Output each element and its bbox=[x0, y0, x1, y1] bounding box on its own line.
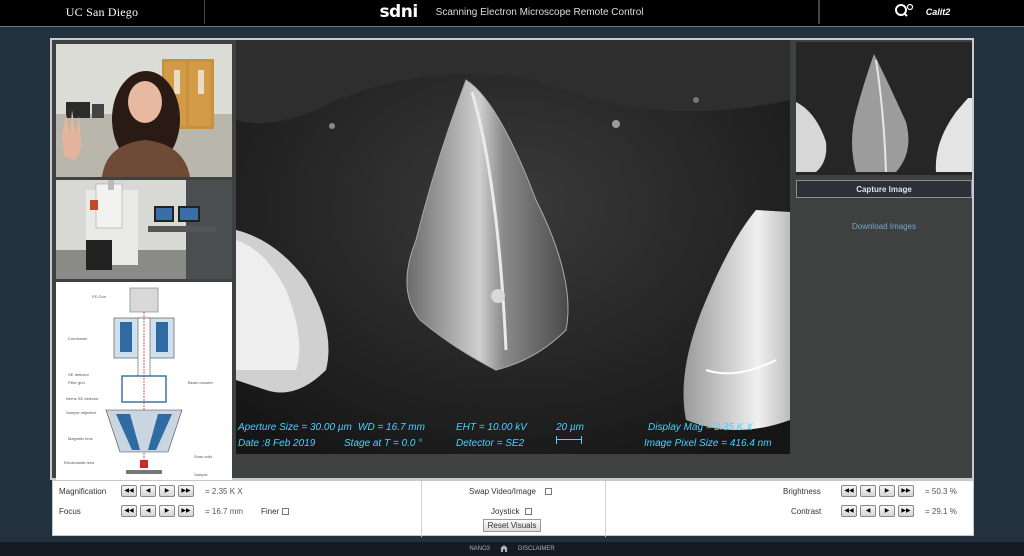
captured-thumbnail[interactable] bbox=[796, 42, 972, 175]
ucsd-logo[interactable]: UC San Diego bbox=[0, 0, 205, 24]
sdni-logo[interactable]: sdni bbox=[379, 2, 418, 22]
focus-label: Focus bbox=[59, 507, 81, 516]
joystick-label: Joystick bbox=[491, 507, 520, 516]
divider-left bbox=[421, 481, 422, 537]
sem-detector-text: Detector = SE2 bbox=[456, 438, 525, 449]
diagram-label-scan-coils: Scan coils bbox=[194, 454, 212, 459]
brightness-buttons: ◀◀ ◀ ▶ ▶▶ bbox=[841, 485, 914, 497]
focus-value: = 16.7 mm bbox=[205, 507, 244, 516]
download-images-link[interactable]: Download Images bbox=[796, 222, 972, 231]
contrast-decrease-button[interactable]: ◀ bbox=[860, 505, 876, 517]
home-icon[interactable] bbox=[499, 544, 508, 554]
swap-video-image-label: Swap Video/Image bbox=[469, 487, 537, 496]
magnification-buttons: ◀◀ ◀ ▶ ▶▶ bbox=[121, 485, 194, 497]
app-title: Scanning Electron Microscope Remote Cont… bbox=[435, 6, 644, 18]
brightness-label: Brightness bbox=[783, 487, 821, 496]
magnification-fast-decrease-button[interactable]: ◀◀ bbox=[121, 485, 137, 497]
focus-fast-decrease-button[interactable]: ◀◀ bbox=[121, 505, 137, 517]
header-right: Calit2 bbox=[819, 0, 1024, 24]
calit2-logo[interactable]: Calit2 bbox=[926, 7, 951, 17]
header-divider bbox=[0, 26, 1024, 27]
diagram-label-condenser: Condenser bbox=[68, 336, 88, 341]
divider-right bbox=[605, 481, 606, 537]
control-panel: Magnification ◀◀ ◀ ▶ ▶▶ = 2.35 K X Focus… bbox=[52, 480, 974, 537]
sem-aperture-text: Aperture Size = 30.00 µm bbox=[238, 422, 352, 433]
sem-wd-text: WD = 16.7 mm bbox=[358, 422, 425, 433]
qualcomm-institute-icon[interactable] bbox=[894, 3, 916, 22]
diagram-label-magnetic: Magnetic lens bbox=[68, 436, 93, 441]
diagram-label-filter-grid: Filter grid bbox=[68, 380, 85, 385]
magnification-label: Magnification bbox=[59, 487, 107, 496]
reset-visuals-button[interactable]: Reset Visuals bbox=[483, 519, 541, 532]
brightness-fast-increase-button[interactable]: ▶▶ bbox=[898, 485, 914, 497]
finer-label: Finer bbox=[261, 507, 280, 516]
header-center: sdni Scanning Electron Microscope Remote… bbox=[205, 0, 819, 24]
sem-pixel-size-text: Image Pixel Size = 416.4 nm bbox=[644, 438, 772, 449]
sem-scale-text: 20 µm bbox=[556, 422, 584, 433]
diagram-label-sample: Sample bbox=[194, 472, 208, 477]
sem-eht-text: EHT = 10.00 kV bbox=[456, 422, 527, 433]
magnification-decrease-button[interactable]: ◀ bbox=[140, 485, 156, 497]
brightness-decrease-button[interactable]: ◀ bbox=[860, 485, 876, 497]
sem-image-view[interactable]: Aperture Size = 30.00 µm WD = 16.7 mm EH… bbox=[236, 40, 790, 454]
sem-date-text: Date :8 Feb 2019 bbox=[238, 438, 316, 449]
focus-fast-increase-button[interactable]: ▶▶ bbox=[178, 505, 194, 517]
lab-camera-video[interactable] bbox=[56, 180, 232, 279]
magnification-fast-increase-button[interactable]: ▶▶ bbox=[178, 485, 194, 497]
capture-image-button[interactable]: Capture Image bbox=[796, 180, 972, 198]
footer-nano3-link[interactable]: NANO3 bbox=[469, 546, 490, 552]
diagram-label-fe-gun: FE-Gun bbox=[92, 294, 106, 299]
diagram-label-objective: Sample objective bbox=[66, 410, 97, 415]
diagram-label-se-detector: SE detector bbox=[68, 372, 90, 377]
contrast-increase-button[interactable]: ▶ bbox=[879, 505, 895, 517]
sem-column-diagram: FE-Gun Condenser SE detector Filter grid… bbox=[56, 282, 232, 480]
brightness-increase-button[interactable]: ▶ bbox=[879, 485, 895, 497]
footer-disclaimer-link[interactable]: DISCLAIMER bbox=[518, 546, 555, 552]
focus-decrease-button[interactable]: ◀ bbox=[140, 505, 156, 517]
diagram-label-beam-booster: Beam booster bbox=[188, 380, 214, 385]
brightness-fast-decrease-button[interactable]: ◀◀ bbox=[841, 485, 857, 497]
focus-increase-button[interactable]: ▶ bbox=[159, 505, 175, 517]
diagram-label-inlens: Inlens SE detector bbox=[66, 396, 99, 401]
contrast-value: = 29.1 % bbox=[925, 507, 957, 516]
main-frame: FE-Gun Condenser SE detector Filter grid… bbox=[50, 38, 974, 480]
contrast-fast-decrease-button[interactable]: ◀◀ bbox=[841, 505, 857, 517]
swap-video-image-checkbox[interactable] bbox=[545, 488, 552, 495]
sem-stage-text: Stage at T = 0.0 ° bbox=[344, 438, 423, 449]
magnification-value: = 2.35 K X bbox=[205, 487, 243, 496]
contrast-buttons: ◀◀ ◀ ▶ ▶▶ bbox=[841, 505, 914, 517]
focus-buttons: ◀◀ ◀ ▶ ▶▶ bbox=[121, 505, 194, 517]
joystick-checkbox[interactable] bbox=[525, 508, 532, 515]
presenter-video[interactable] bbox=[56, 44, 232, 177]
sem-display-mag-text: Display Mag = 2.35 K X bbox=[648, 422, 753, 433]
contrast-fast-increase-button[interactable]: ▶▶ bbox=[898, 505, 914, 517]
footer-bar: NANO3 DISCLAIMER bbox=[0, 542, 1024, 556]
brightness-value: = 50.3 % bbox=[925, 487, 957, 496]
contrast-label: Contrast bbox=[791, 507, 822, 516]
diagram-label-electrostatic: Electrostatic lens bbox=[64, 460, 94, 465]
magnification-increase-button[interactable]: ▶ bbox=[159, 485, 175, 497]
sem-scale-bar bbox=[556, 436, 582, 444]
finer-checkbox[interactable] bbox=[282, 508, 289, 515]
header-bar: UC San Diego sdni Scanning Electron Micr… bbox=[0, 0, 1024, 26]
